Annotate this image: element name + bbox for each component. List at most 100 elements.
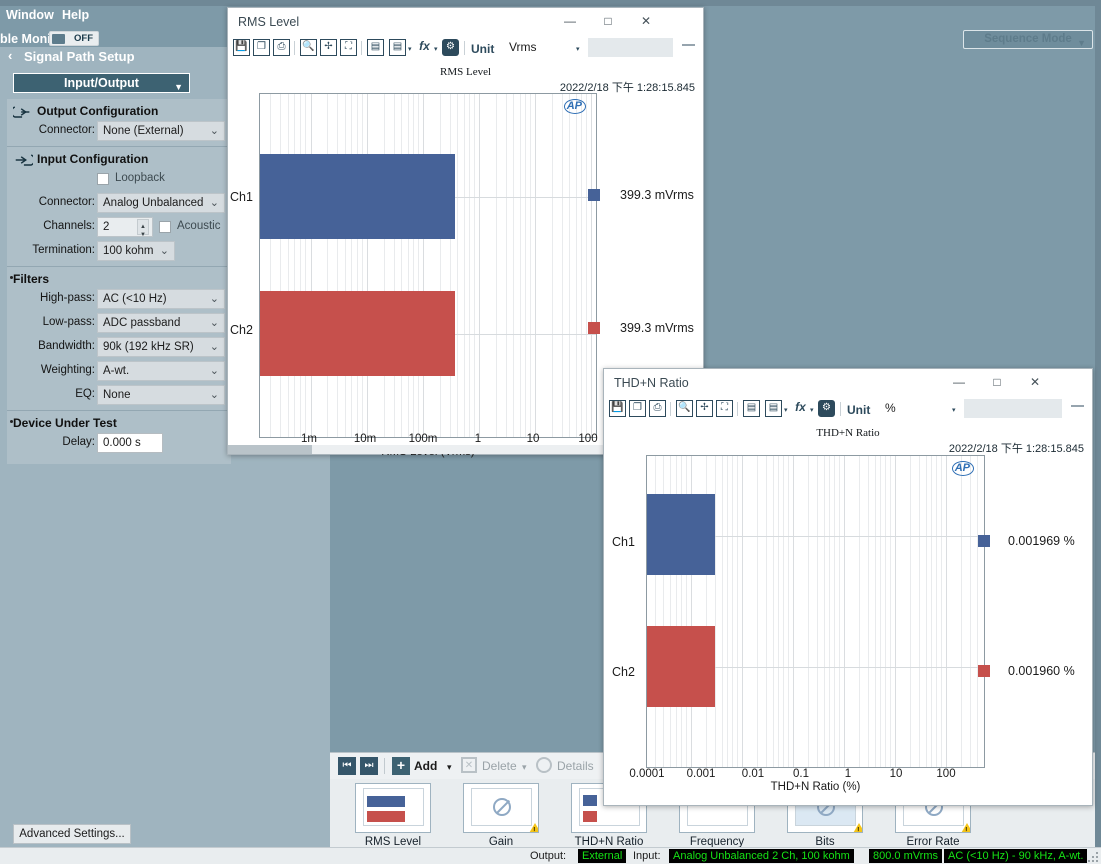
close-button[interactable]: ✕ xyxy=(627,8,665,34)
save-icon[interactable]: 💾 xyxy=(233,39,250,56)
bar-ch1[interactable] xyxy=(260,154,455,239)
unit-value[interactable]: Vrms xyxy=(505,38,571,57)
menu-item-window[interactable]: Window xyxy=(6,8,54,22)
copy-icon[interactable]: ❐ xyxy=(253,39,270,56)
unit-label: Unit xyxy=(471,42,495,56)
graph-dropdown-caret-icon[interactable]: ▾ xyxy=(784,406,788,414)
bar-ch1[interactable] xyxy=(647,494,715,575)
export-icon[interactable]: ⎻ xyxy=(1071,401,1084,417)
add-icon[interactable]: + xyxy=(392,757,410,775)
menu-item-help[interactable]: Help xyxy=(62,8,89,22)
channels-stepper[interactable]: 2 xyxy=(97,217,153,244)
select-value: None (External) xyxy=(103,125,184,137)
settings-icon[interactable]: ⚙ xyxy=(442,39,459,56)
tile-gain[interactable]: Gain xyxy=(456,783,546,848)
unit-value[interactable]: % xyxy=(881,399,947,418)
function-dropdown-caret-icon[interactable]: ▾ xyxy=(434,45,438,53)
close-button[interactable]: ✕ xyxy=(1016,369,1054,395)
acoustic-label: Acoustic xyxy=(177,220,221,232)
sequence-mode-button[interactable]: Sequence Mode ▼ xyxy=(963,30,1093,49)
save-icon[interactable]: 💾 xyxy=(609,400,626,417)
bar-ch2[interactable] xyxy=(260,291,455,376)
bandwidth-select[interactable]: 90k (192 kHz SR) ⌄ xyxy=(97,337,225,357)
thdn-plot-area[interactable]: AP xyxy=(646,455,985,768)
minimize-button[interactable]: — xyxy=(551,8,589,34)
window-titlebar[interactable]: RMS Level — □ ✕ xyxy=(228,8,703,36)
table-icon[interactable]: ▤ xyxy=(743,400,760,417)
move-icon[interactable]: ✢ xyxy=(696,400,713,417)
add-dropdown-caret-icon[interactable]: ▾ xyxy=(447,762,452,773)
thdn-ratio-window[interactable]: THD+N Ratio — □ ✕ 💾 ❐ ⎙ 🔍 ✢ ⛶ ▤ ▤ ▾ fx ▾… xyxy=(603,368,1093,806)
field-label: Delay: xyxy=(62,436,95,448)
delete-button: Delete xyxy=(482,759,517,773)
minimize-button[interactable]: — xyxy=(940,369,978,395)
low-pass-select[interactable]: ADC passband ⌄ xyxy=(97,313,225,333)
ap-logo-icon: AP xyxy=(951,461,974,476)
add-button[interactable]: Add xyxy=(414,759,437,773)
page-selector-dropdown[interactable]: Input/Output ▼ xyxy=(13,73,190,93)
output-label: Output: xyxy=(530,850,567,862)
graph-icon[interactable]: ▤ xyxy=(765,400,782,417)
graph-dropdown-caret-icon[interactable]: ▾ xyxy=(408,45,412,53)
ytick-ch1: Ch1 xyxy=(230,190,253,204)
function-dropdown-caret-icon[interactable]: ▾ xyxy=(810,406,814,414)
move-icon[interactable]: ✢ xyxy=(320,39,337,56)
sequence-mode-label: Sequence Mode xyxy=(984,33,1072,45)
window-toolbar: 💾 ❐ ⎙ 🔍 ✢ ⛶ ▤ ▤ ▾ fx ▾ ⚙ Unit % ▾ ⎻ xyxy=(604,397,1092,421)
input-connector-select[interactable]: Analog Unbalanced ⌄ xyxy=(97,193,225,213)
zoom-icon[interactable]: 🔍 xyxy=(300,39,317,56)
xtick-2: 100m xyxy=(408,433,438,445)
acoustic-checkbox[interactable] xyxy=(159,221,171,233)
unit-extra-field[interactable] xyxy=(588,38,673,57)
chevron-down-icon: ▼ xyxy=(1077,38,1086,48)
maximize-button[interactable]: □ xyxy=(978,369,1016,395)
window-titlebar[interactable]: THD+N Ratio — □ ✕ xyxy=(604,369,1092,397)
input-level-value: 800.0 mVrms xyxy=(869,849,943,863)
table-icon[interactable]: ▤ xyxy=(367,39,384,56)
loopback-checkbox[interactable] xyxy=(97,173,109,185)
input-label: Input: xyxy=(633,850,661,862)
termination-select[interactable]: 100 kohm ⌄ xyxy=(97,241,175,261)
unit-dropdown-caret-icon[interactable]: ▾ xyxy=(952,406,956,414)
maximize-button[interactable]: □ xyxy=(589,8,627,34)
function-icon[interactable]: fx xyxy=(792,400,809,417)
field-label: Connector: xyxy=(38,196,95,208)
delay-input[interactable]: 0.000 s xyxy=(97,433,163,453)
advanced-settings-button[interactable]: Advanced Settings... xyxy=(13,824,131,844)
zoom-icon[interactable]: 🔍 xyxy=(676,400,693,417)
xtick-2: 0.01 xyxy=(741,768,765,780)
section-title: Input Configuration xyxy=(37,152,149,166)
eq-select[interactable]: None ⌄ xyxy=(97,385,225,405)
copy-icon[interactable]: ❐ xyxy=(629,400,646,417)
graph-icon[interactable]: ▤ xyxy=(389,39,406,56)
fit-icon[interactable]: ⛶ xyxy=(716,400,733,417)
output-connector-select[interactable]: None (External) ⌄ xyxy=(97,121,225,141)
stepper-arrows-icon[interactable] xyxy=(137,218,149,244)
xtick-1: 10m xyxy=(353,433,377,445)
fit-icon[interactable]: ⛶ xyxy=(340,39,357,56)
unit-dropdown-caret-icon[interactable]: ▾ xyxy=(576,45,580,53)
high-pass-select[interactable]: AC (<10 Hz) ⌄ xyxy=(97,289,225,309)
unit-extra-field[interactable] xyxy=(964,399,1062,418)
input-arrow-icon xyxy=(15,154,33,166)
print-icon[interactable]: ⎙ xyxy=(273,39,290,56)
section-input-configuration: Input Configuration Loopback Connector: … xyxy=(7,146,231,266)
resize-grip-icon[interactable] xyxy=(1088,852,1098,862)
print-icon[interactable]: ⎙ xyxy=(649,400,666,417)
bar-ch2[interactable] xyxy=(647,626,715,707)
export-icon[interactable]: ⎻ xyxy=(682,40,695,56)
chevron-down-icon: ▼ xyxy=(174,82,183,92)
tile-rms-level[interactable]: RMS Level xyxy=(348,783,438,848)
legend-swatch-ch2 xyxy=(588,322,600,334)
monitor-toggle[interactable]: OFF xyxy=(49,31,99,46)
weighting-select[interactable]: A-wt. ⌄ xyxy=(97,361,225,381)
xtick-5: 10 xyxy=(889,768,903,780)
function-icon[interactable]: fx xyxy=(416,39,433,56)
settings-icon[interactable]: ⚙ xyxy=(818,400,835,417)
ytick-ch1: Ch1 xyxy=(612,535,635,549)
back-chevron-icon[interactable]: ‹ xyxy=(8,48,12,63)
rms-plot-area[interactable]: AP xyxy=(259,93,597,438)
next-measurement-button[interactable]: ⏭ xyxy=(360,757,378,775)
warning-icon xyxy=(528,823,538,832)
prev-measurement-button[interactable]: ⏮ xyxy=(338,757,356,775)
